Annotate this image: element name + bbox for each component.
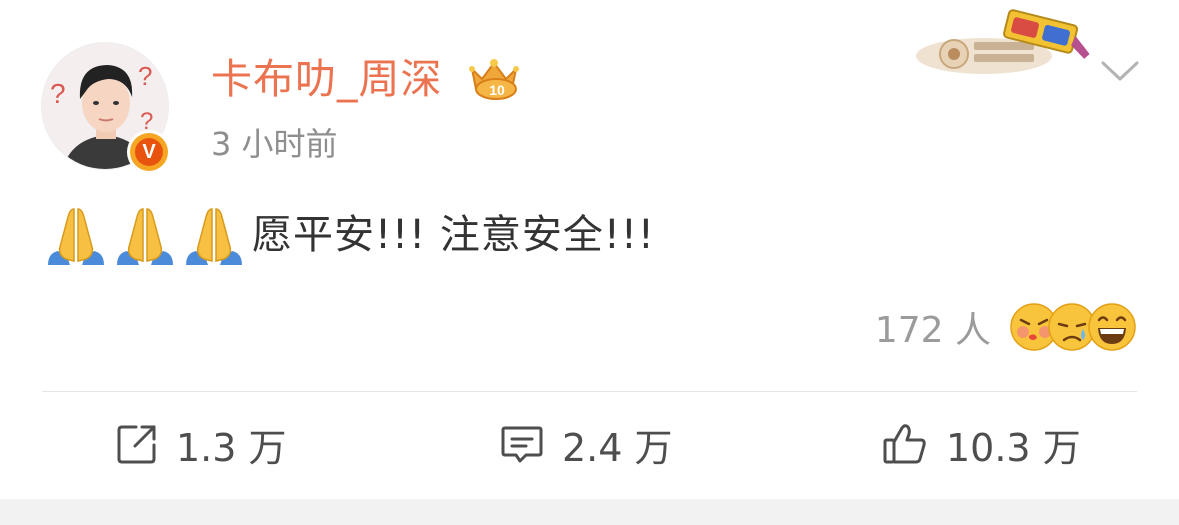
reaction-summary[interactable]: 172 人	[875, 298, 1137, 356]
post-time: 3 小时前	[211, 125, 338, 163]
username[interactable]: 卡布叻_周深	[211, 54, 443, 104]
crown-level-label: 10	[489, 82, 505, 98]
comment-button[interactable]: 2.4 万	[500, 406, 673, 482]
folded-hands-icon	[186, 208, 242, 265]
comment-icon	[501, 426, 543, 463]
divider	[42, 391, 1137, 392]
action-bar: 1.3 万 2.4 万 10.3 万	[0, 406, 1179, 482]
folded-hands-icon	[48, 208, 104, 265]
folded-hands-icon	[117, 208, 173, 265]
verified-v-icon: V	[135, 138, 163, 166]
chevron-down-icon[interactable]	[1099, 58, 1141, 84]
bottom-separator	[0, 499, 1179, 525]
repost-icon	[117, 425, 156, 464]
thumbs-up-icon	[883, 424, 926, 464]
repost-count: 1.3 万	[176, 425, 287, 470]
grin-face-icon	[1088, 303, 1136, 351]
crown-level-10-icon[interactable]: 10	[466, 55, 522, 101]
svg-text:?: ?	[138, 61, 152, 91]
like-button[interactable]: 10.3 万	[882, 406, 1081, 482]
post-text: 愿平安!!! 注意安全!!!	[252, 212, 655, 258]
verified-badge: V	[127, 130, 171, 174]
svg-text:?: ?	[50, 78, 66, 109]
post-content: 愿平安!!! 注意安全!!!	[44, 200, 655, 270]
3d-glasses-sticker-icon	[916, 9, 1090, 74]
reaction-count: 172 人	[874, 310, 991, 351]
comment-count: 2.4 万	[562, 425, 673, 470]
reaction-faces	[1009, 300, 1137, 354]
repost-button[interactable]: 1.3 万	[116, 406, 287, 482]
like-count: 10.3 万	[946, 425, 1081, 470]
